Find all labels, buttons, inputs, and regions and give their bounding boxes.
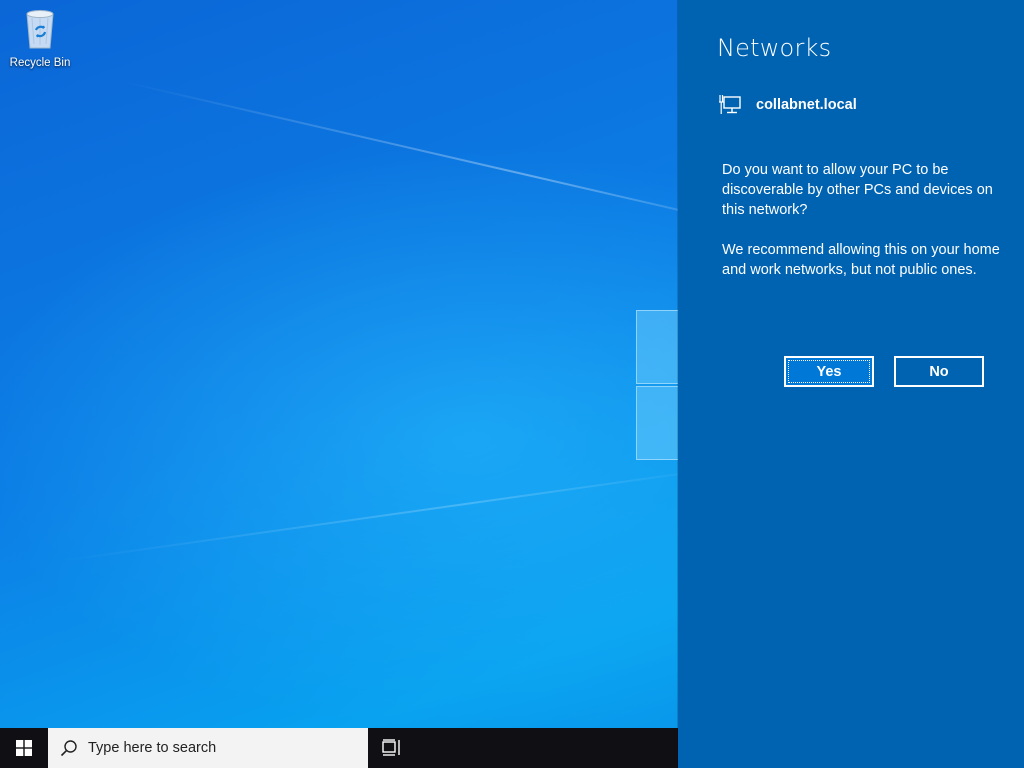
wallpaper-logo-pane [636, 386, 682, 460]
networks-flyout: Networks collabnet.local Do you want to … [678, 0, 1024, 768]
yes-button[interactable]: Yes [784, 356, 874, 387]
search-icon [60, 740, 77, 757]
desktop-icon-recycle-bin[interactable]: Recycle Bin [6, 6, 74, 69]
taskbar: Type here to search [0, 728, 678, 768]
search-input[interactable]: Type here to search [48, 728, 368, 768]
start-button[interactable] [0, 728, 48, 768]
flyout-title: Networks [717, 34, 832, 62]
discoverable-question: Do you want to allow your PC to be disco… [722, 162, 993, 218]
task-view-button[interactable] [372, 728, 412, 768]
wired-network-icon [719, 95, 741, 114]
search-placeholder: Type here to search [88, 740, 217, 756]
wallpaper-logo-pane [636, 310, 682, 384]
wallpaper-light-beam [59, 465, 734, 562]
desktop-icon-label: Recycle Bin [9, 57, 71, 69]
no-button[interactable]: No [894, 356, 984, 387]
network-item: collabnet.local [718, 94, 857, 116]
recycle-bin-icon [26, 10, 54, 49]
windows-logo-icon [16, 740, 32, 756]
recommendation-text: We recommend allowing this on your home … [722, 242, 1000, 278]
network-name: collabnet.local [756, 97, 857, 113]
task-view-icon [382, 739, 400, 756]
